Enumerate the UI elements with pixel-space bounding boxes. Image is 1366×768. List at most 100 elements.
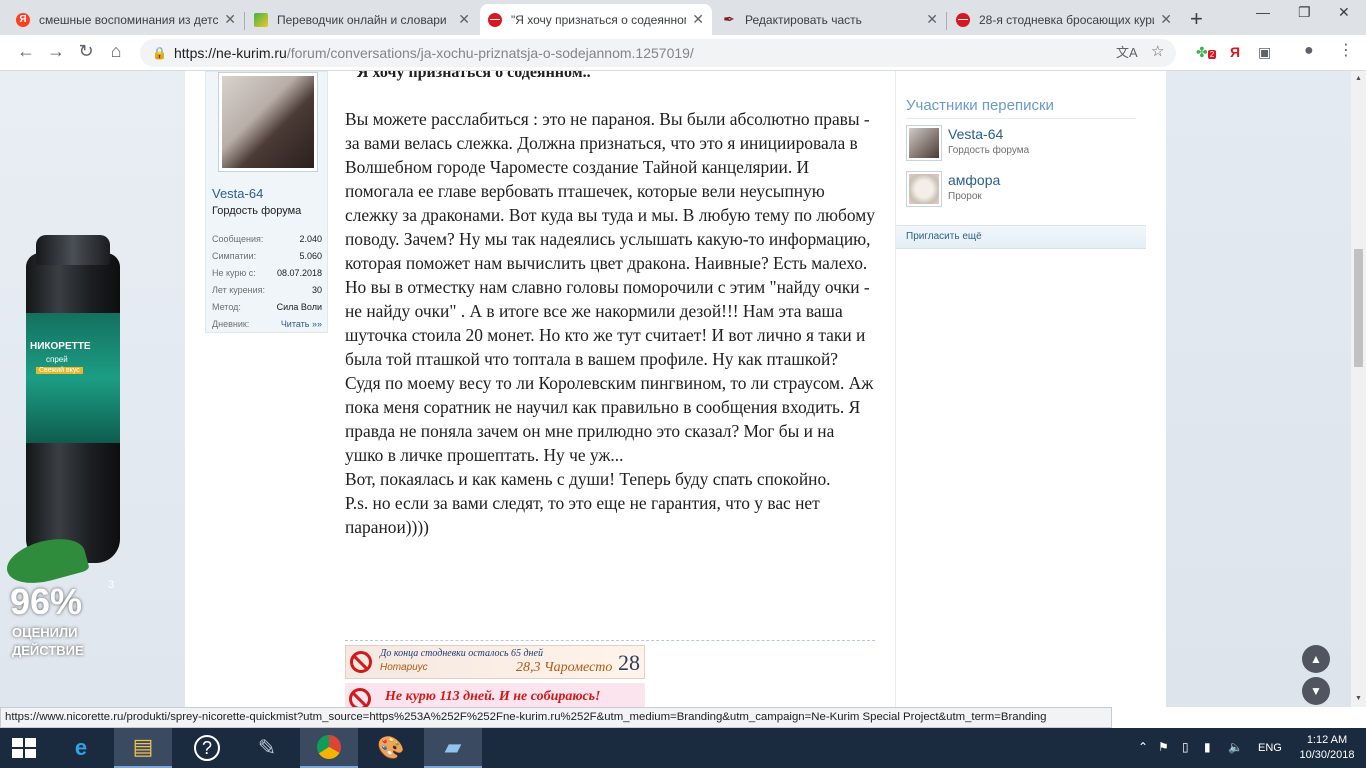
stat-label: Не курю с: [212,268,256,278]
participant-item[interactable]: Vesta-64 Гордость форума [906,125,1136,165]
no-smoking-favicon-icon: — [488,12,502,27]
close-icon[interactable]: ✕ [458,11,470,28]
network-icon[interactable]: ▮ [1204,740,1211,754]
scroll-down-arrow-icon[interactable]: ▼ [1355,695,1362,702]
briefcase-extension-icon[interactable]: ▣ [1258,44,1271,61]
translate-favicon-icon [254,12,268,27]
stat-row: Сообщения: 2.040 [212,231,322,248]
tab-separator [244,12,245,30]
no-smoking-icon [349,688,371,707]
tab-4[interactable]: ✒ Редактировать часть ✕ [714,4,946,35]
new-tab-button[interactable]: + [1190,6,1203,32]
page-scrollbar[interactable]: ▲ ▼ [1351,71,1366,707]
stat-row: Лет курения: 30 [212,282,322,299]
participant-name[interactable]: Vesta-64 [948,126,1003,142]
battery-icon[interactable]: ▯ [1182,740,1189,754]
tab-5[interactable]: — 28-я стодневка бросающих курить ✕ [948,4,1180,35]
participant-avatar[interactable] [906,125,942,161]
tray-expand-icon[interactable]: ⌃ [1138,740,1148,754]
internet-explorer-icon[interactable]: e [52,728,110,768]
message-user-info: Vesta-64 Гордость форума Сообщения: 2.040… [205,71,328,333]
extension-badge: 2 [1207,50,1217,59]
participant-title: Гордость форума [948,145,1030,156]
signature-divider [345,640,875,641]
advert-line-1: ОЦЕНИЛИ [12,625,78,640]
lock-icon[interactable]: 🔒 [152,46,168,60]
diary-read-link[interactable]: Читать »» [281,316,322,333]
taskbar-clock[interactable]: 1:12 AM 10/30/2018 [1292,733,1362,763]
windows-start-icon[interactable] [12,738,36,758]
participant-item[interactable]: амфора Пророк [906,171,1136,211]
scroll-up-arrow-icon[interactable]: ▲ [1355,75,1362,82]
menu-kebab-icon[interactable]: ⋮ [1338,40,1354,60]
home-icon[interactable]: ⌂ [104,41,128,62]
file-explorer-icon[interactable]: ▤ [114,728,172,768]
tab-strip: Я смешные воспоминания из детства ✕ Пере… [0,0,1366,35]
link-status-bar: https://www.nicorette.ru/produkti/sprey-… [0,707,1112,728]
author-avatar[interactable] [218,72,318,172]
tab-1[interactable]: Я смешные воспоминания из детства ✕ [8,4,244,35]
flag-icon[interactable]: ⚑ [1158,740,1169,754]
tab-3-active[interactable]: — "Я хочу признаться о содеянном.." ✕ [480,4,712,35]
stat-value: 30 [311,285,322,295]
help-icon[interactable]: ? [178,728,236,768]
forward-arrow-icon[interactable]: → [44,41,68,62]
advert-line-2: ДЕЙСТВИЕ [12,643,84,658]
author-title: Гордость форума [212,205,302,217]
close-icon[interactable]: ✕ [1160,11,1172,28]
avatar-photo [222,76,314,168]
yandex-extension-icon[interactable]: Я [1230,44,1240,60]
scrollbar-thumb[interactable] [1354,249,1363,367]
signature-text: 28,3 Чароместо [516,660,613,675]
translate-icon[interactable]: 文A [1116,42,1138,61]
minimize-button[interactable]: — [1256,4,1270,20]
author-name-link[interactable]: Vesta-64 [212,186,263,201]
extension-puzzle-icon[interactable]: ✤ 2 [1196,44,1217,61]
chrome-icon[interactable] [300,728,358,768]
main-content: Vesta-64 Гордость форума Сообщения: 2.040… [185,71,1166,707]
scroll-up-button[interactable]: ▲ [1302,645,1330,673]
no-smoking-favicon-icon: — [956,12,970,27]
signature-number: 28 [618,650,640,675]
participant-avatar[interactable] [906,171,942,207]
fountain-pen-app-icon[interactable]: ✎ [238,728,296,768]
close-icon[interactable]: ✕ [224,11,236,28]
author-stats: Сообщения: 2.040 Симпатии: 5.060 Не курю с… [212,231,322,333]
left-advert[interactable]: НИКОРЕТТЕ спрей Свежий вкус 96% 3 ОЦЕНИЛ… [0,71,185,707]
right-advert[interactable] [1166,71,1351,707]
profile-avatar-icon[interactable]: ● [1304,42,1314,60]
bottle-cap [36,235,110,265]
tab-title: 28-я стодневка бросающих курить [979,12,1155,27]
message-paragraph: Вы можете расслабиться : это не параноя.… [345,109,875,465]
stat-value: Сила Воли [276,302,322,312]
bookmark-star-icon[interactable]: ☆ [1151,42,1164,60]
restore-button[interactable]: ❐ [1298,4,1311,21]
advert-percent: 96% [10,581,83,622]
message-paragraph: Вот, покаялась и как камень с души! Тепе… [345,469,831,489]
close-icon[interactable]: ✕ [926,11,938,28]
paint-palette-icon[interactable]: 🎨 [362,728,420,768]
close-window-button[interactable]: ✕ [1338,4,1350,21]
yandex-favicon-icon: Я [16,12,30,27]
invite-more-link[interactable]: Пригласить ещё [896,225,1146,249]
no-smoking-icon [350,651,372,673]
advert-flavor: Свежий вкус [36,367,83,374]
volume-icon[interactable]: 🔈 [1228,740,1243,754]
stat-label: Симпатии: [212,251,257,261]
close-icon[interactable]: ✕ [692,11,704,28]
browser-toolbar: ← → ↻ ⌂ 🔒 https://ne-kurim.ru/forum/conv… [0,35,1366,71]
spray-bottle-image: НИКОРЕТТЕ спрей Свежий вкус [26,235,120,563]
signature-banner-countdown[interactable]: До конца стодневки осталось 65 дней Нота… [345,645,645,679]
clock-time: 1:12 AM [1306,734,1348,746]
post-heading: "Я хочу признаться о содеянном.." [348,71,600,81]
scroll-down-button[interactable]: ▼ [1302,677,1330,705]
signature-banner-days[interactable]: Не курю 113 дней. И не собираюсь! [345,683,645,707]
tab-2[interactable]: Переводчик онлайн и словари ✕ [246,4,478,35]
notepad-icon[interactable]: ▰ [424,728,482,768]
quill-favicon-icon: ✒ [723,11,735,27]
language-indicator[interactable]: ENG [1258,742,1282,754]
participant-name[interactable]: амфора [948,172,1000,188]
back-arrow-icon[interactable]: ← [14,41,38,62]
reload-icon[interactable]: ↻ [74,41,98,62]
address-bar[interactable]: 🔒 https://ne-kurim.ru/forum/conversation… [140,39,1176,67]
